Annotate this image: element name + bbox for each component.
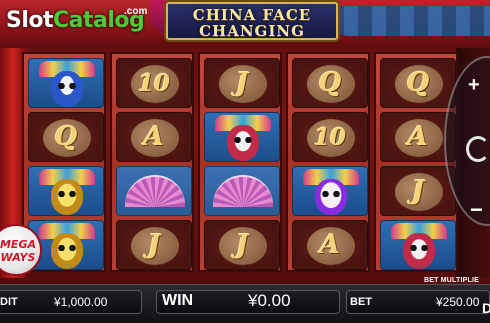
opera-mask-icon xyxy=(315,179,347,215)
increase-bet-button[interactable]: + xyxy=(468,74,480,97)
reel-grid: Q 10 A J J J Q 10 A Q A J xyxy=(22,52,458,272)
game-title-plate: CHINA FACE CHANGING xyxy=(166,2,338,40)
mask-eyes-icon xyxy=(320,191,342,197)
game-stage: SlotCatalog .com CHINA FACE CHANGING Q 10… xyxy=(0,0,490,323)
credit-value: ¥1,000.00 xyxy=(54,295,108,309)
card-symbol-label: J xyxy=(235,230,249,260)
decrease-bet-button[interactable]: − xyxy=(470,197,483,223)
logo-com-text: .com xyxy=(124,6,148,17)
folding-fan-icon xyxy=(125,175,185,207)
card-symbol: J xyxy=(204,220,280,270)
fan-symbol xyxy=(116,166,192,216)
card-symbol: 10 xyxy=(292,112,368,162)
win-label: WIN xyxy=(162,292,194,309)
folding-fan-icon xyxy=(213,175,273,207)
mask-symbol xyxy=(28,166,104,216)
win-value: ¥0.00 xyxy=(248,291,291,310)
card-symbol-label: Q xyxy=(318,68,342,98)
card-symbol: 10 xyxy=(116,58,192,108)
card-symbol: Q xyxy=(28,112,104,162)
mask-symbol xyxy=(28,58,104,108)
card-symbol-label: 10 xyxy=(313,123,346,151)
bet-multiplier-label: BET MULTIPLIE xyxy=(424,277,479,284)
mask-symbol xyxy=(380,220,456,270)
banner-ornament-right xyxy=(330,6,490,36)
mask-eyes-icon xyxy=(56,191,78,197)
megaways-line2: WAYS xyxy=(0,251,36,264)
game-title-line2: CHANGING xyxy=(199,22,305,40)
bet-value: ¥250.00 xyxy=(436,295,480,309)
bet-label: BET xyxy=(350,296,372,308)
card-symbol-label: Q xyxy=(406,68,430,98)
reel-3: JJ xyxy=(198,52,282,272)
card-symbol-label: A xyxy=(143,122,165,152)
card-symbol-label: J xyxy=(147,230,161,260)
credit-label: DIT xyxy=(0,296,18,308)
opera-mask-icon xyxy=(227,125,259,161)
card-symbol-label: Q xyxy=(54,122,78,152)
opera-mask-icon xyxy=(51,179,83,215)
card-symbol-label: A xyxy=(407,122,429,152)
menu-button[interactable]: D xyxy=(482,300,490,316)
card-symbol: J xyxy=(380,166,456,216)
mask-eyes-icon xyxy=(56,83,78,89)
spin-icon[interactable] xyxy=(466,136,490,162)
megaways-line1: MEGA xyxy=(0,238,36,251)
card-symbol: A xyxy=(292,220,368,270)
fan-symbol xyxy=(204,166,280,216)
mask-eyes-icon xyxy=(232,137,254,143)
card-symbol-label: J xyxy=(411,176,425,206)
card-symbol-label: 10 xyxy=(137,69,170,97)
reel-4: Q 10 A xyxy=(286,52,370,272)
card-symbol: J xyxy=(116,220,192,270)
mask-eyes-icon xyxy=(408,245,430,251)
reel-2: 10 A J xyxy=(110,52,194,272)
card-symbol: J xyxy=(204,58,280,108)
card-symbol: A xyxy=(116,112,192,162)
opera-mask-icon xyxy=(51,233,83,269)
mask-symbol xyxy=(204,112,280,162)
opera-mask-icon xyxy=(51,71,83,107)
opera-mask-icon xyxy=(403,233,435,269)
logo-slot-text: Slot xyxy=(6,8,54,33)
mask-symbol xyxy=(292,166,368,216)
card-symbol: Q xyxy=(292,58,368,108)
card-symbol-label: J xyxy=(235,68,249,98)
card-symbol: Q xyxy=(380,58,456,108)
card-symbol-label: A xyxy=(319,230,341,260)
mask-eyes-icon xyxy=(56,245,78,251)
